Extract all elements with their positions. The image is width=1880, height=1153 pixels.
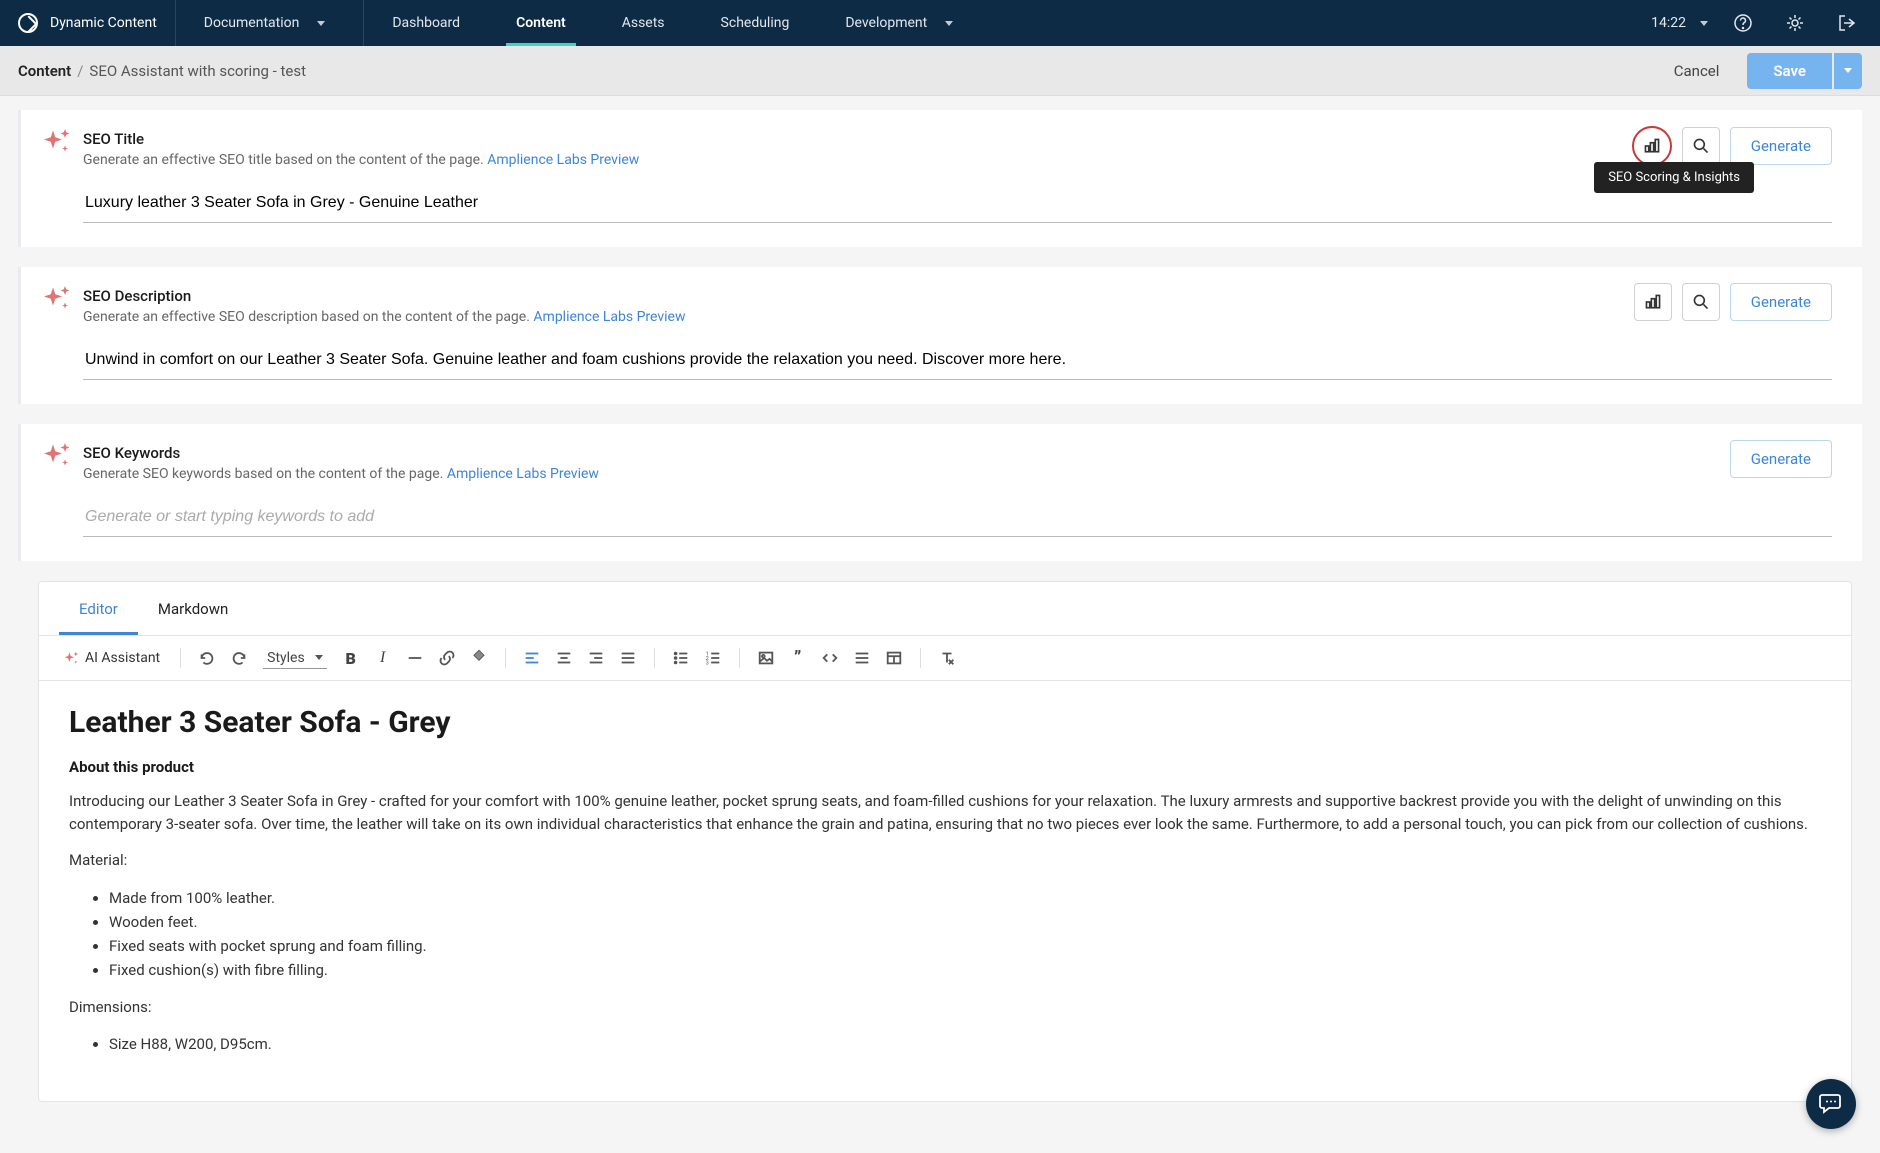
image-button[interactable]: [752, 644, 780, 672]
hr-button[interactable]: [401, 644, 429, 672]
bullet-list-button[interactable]: [667, 644, 695, 672]
seo-title-input[interactable]: [83, 184, 1832, 223]
codeblock-button[interactable]: [848, 644, 876, 672]
nav-development[interactable]: Development: [817, 0, 981, 46]
sparkle-icon: [41, 126, 71, 160]
time-label: 14:22: [1651, 15, 1686, 31]
settings-button[interactable]: [1778, 6, 1812, 40]
seo-title-generate-button[interactable]: Generate: [1730, 127, 1832, 165]
seo-title-search-button[interactable]: [1682, 127, 1720, 165]
save-button[interactable]: Save: [1747, 53, 1832, 89]
dimensions-list: Size H88, W200, D95cm.: [69, 1032, 1815, 1056]
seo-keywords-preview-link[interactable]: Amplience Labs Preview: [447, 466, 599, 482]
intro-paragraph: Introducing our Leather 3 Seater Sofa in…: [69, 790, 1815, 835]
seo-title-label: SEO Title: [83, 130, 1632, 148]
nav-dashboard[interactable]: Dashboard: [364, 0, 488, 46]
seo-desc-label: SEO Description: [83, 287, 1634, 305]
seo-scoring-button[interactable]: [1632, 126, 1672, 166]
nav-assets[interactable]: Assets: [594, 0, 693, 46]
logo-icon: [18, 13, 38, 33]
seo-desc-search-button[interactable]: [1682, 283, 1720, 321]
seo-keywords-desc: Generate SEO keywords based on the conte…: [83, 466, 443, 482]
breadcrumb-bar: Content / SEO Assistant with scoring - t…: [0, 46, 1880, 96]
seo-keywords-block: SEO Keywords Generate SEO keywords based…: [18, 424, 1862, 561]
content-heading: Leather 3 Seater Sofa - Grey: [69, 705, 1815, 740]
align-left-button[interactable]: [518, 644, 546, 672]
nav-scheduling[interactable]: Scheduling: [693, 0, 818, 46]
top-nav: Dynamic Content Documentation Dashboard …: [0, 0, 1880, 46]
number-list-button[interactable]: 123: [699, 644, 727, 672]
sparkle-icon: [41, 283, 71, 317]
ai-assistant-button[interactable]: AI Assistant: [55, 646, 168, 670]
link-button[interactable]: [433, 644, 461, 672]
chat-support-button[interactable]: [1806, 1079, 1856, 1129]
clear-format-button[interactable]: [933, 644, 961, 672]
breadcrumb-root[interactable]: Content: [18, 62, 71, 80]
seo-desc-desc: Generate an effective SEO description ba…: [83, 309, 530, 325]
redo-button[interactable]: [225, 644, 253, 672]
material-heading: Material:: [69, 849, 1815, 872]
seo-desc-input[interactable]: [83, 341, 1832, 380]
align-right-button[interactable]: [582, 644, 610, 672]
seo-keywords-generate-button[interactable]: Generate: [1730, 440, 1832, 478]
seo-title-preview-link[interactable]: Amplience Labs Preview: [487, 152, 639, 168]
list-item: Wooden feet.: [109, 910, 1815, 934]
bold-button[interactable]: B: [337, 644, 365, 672]
nav-content[interactable]: Content: [488, 0, 594, 46]
seo-desc-generate-button[interactable]: Generate: [1730, 283, 1832, 321]
product-name: Dynamic Content: [50, 15, 157, 31]
align-justify-button[interactable]: [614, 644, 642, 672]
list-item: Size H88, W200, D95cm.: [109, 1032, 1815, 1056]
editor-content[interactable]: Leather 3 Seater Sofa - Grey About this …: [39, 681, 1851, 1101]
seo-description-block: SEO Description Generate an effective SE…: [18, 267, 1862, 404]
svg-text:3: 3: [706, 660, 709, 666]
nav-documentation[interactable]: Documentation: [176, 0, 365, 46]
list-item: Made from 100% leather.: [109, 886, 1815, 910]
quote-button[interactable]: ”: [784, 644, 812, 672]
anchor-button[interactable]: [465, 644, 493, 672]
table-button[interactable]: [880, 644, 908, 672]
seo-desc-preview-link[interactable]: Amplience Labs Preview: [533, 309, 685, 325]
material-list: Made from 100% leather. Wooden feet. Fix…: [69, 886, 1815, 982]
about-heading: About this product: [69, 758, 1815, 776]
breadcrumb-leaf: SEO Assistant with scoring - test: [89, 62, 306, 80]
product-block: Dynamic Content: [0, 0, 176, 46]
seo-keywords-input[interactable]: [83, 498, 1832, 537]
seo-title-block: SEO Title Generate an effective SEO titl…: [18, 110, 1862, 247]
cancel-button[interactable]: Cancel: [1656, 54, 1738, 88]
dimensions-heading: Dimensions:: [69, 996, 1815, 1019]
tab-markdown[interactable]: Markdown: [138, 582, 248, 635]
time-dropdown[interactable]: 14:22: [1651, 15, 1708, 31]
seo-desc-scoring-button[interactable]: [1634, 283, 1672, 321]
list-item: Fixed seats with pocket sprung and foam …: [109, 934, 1815, 958]
editor-toolbar: AI Assistant Styles B I 123 ”: [39, 636, 1851, 681]
seo-scoring-tooltip: SEO Scoring & Insights: [1594, 162, 1754, 193]
list-item: Fixed cushion(s) with fibre filling.: [109, 958, 1815, 982]
rich-text-editor: Editor Markdown AI Assistant Styles B I: [38, 581, 1852, 1102]
seo-title-desc: Generate an effective SEO title based on…: [83, 152, 484, 168]
help-button[interactable]: [1726, 6, 1760, 40]
code-button[interactable]: [816, 644, 844, 672]
italic-button[interactable]: I: [369, 644, 397, 672]
logout-button[interactable]: [1830, 6, 1864, 40]
undo-button[interactable]: [193, 644, 221, 672]
save-dropdown[interactable]: [1834, 53, 1862, 89]
styles-dropdown[interactable]: Styles: [263, 648, 327, 669]
chevron-down-icon: [1700, 21, 1708, 26]
align-center-button[interactable]: [550, 644, 578, 672]
seo-keywords-label: SEO Keywords: [83, 444, 1730, 462]
sparkle-icon: [41, 440, 71, 474]
tab-editor[interactable]: Editor: [59, 582, 138, 635]
